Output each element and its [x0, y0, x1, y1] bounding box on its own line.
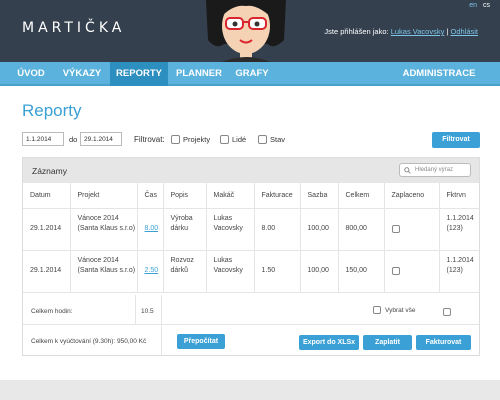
col-cas[interactable]: Čas	[137, 183, 164, 209]
nav-item-reporty[interactable]: REPORTY	[110, 62, 168, 86]
cell-cas-link[interactable]: 8.00	[137, 208, 164, 251]
search-placeholder: Hledaný výraz	[415, 167, 454, 173]
lang-cs[interactable]: cs	[483, 2, 490, 9]
page-title: Reporty	[22, 101, 82, 120]
total-hours-row: Celkem hodin: 10.5 Vybrat vše	[23, 295, 479, 325]
invoice-button[interactable]: Fakturovat	[416, 335, 471, 350]
search-icon	[404, 167, 411, 174]
filter-label: Filtrovat:	[134, 135, 165, 144]
col-fktrvn[interactable]: Fktrvn	[439, 183, 479, 209]
cell-fktrvn: 1.1.2014 (123)	[439, 250, 479, 293]
nav-item-grafy[interactable]: GRAFY	[230, 62, 274, 86]
col-projekt[interactable]: Projekt	[70, 183, 138, 209]
login-separator: |	[446, 27, 449, 36]
pay-button[interactable]: Zaplatit	[363, 335, 412, 350]
filter-button[interactable]: Filtrovat	[432, 132, 480, 148]
date-to-input[interactable]: 29.1.2014	[80, 132, 122, 146]
cell-fakturace: 1.50	[254, 250, 301, 293]
divider	[161, 326, 162, 356]
cell-popis: Výroba dárku	[163, 208, 207, 251]
select-all-label: Vybrat vše	[385, 307, 416, 314]
records-panel: Záznamy Hledaný výraz Datum Projekt Čas …	[22, 157, 480, 356]
page-footer	[0, 380, 500, 400]
billing-total: Celkem k vyúčtování (9.30h): 950,00 Kč	[31, 338, 147, 345]
user-link[interactable]: Lukas Vacovsky	[391, 27, 445, 36]
cell-sazba: 100,00	[300, 250, 339, 293]
total-hours-value: 10.5	[141, 308, 154, 315]
records-header: Záznamy Hledaný výraz	[23, 158, 479, 183]
cell-projekt: Vánoce 2014 (Santa Klaus s.r.o)	[70, 250, 138, 293]
total-hours-label: Celkem hodin:	[31, 308, 73, 315]
filter-projects-checkbox[interactable]	[171, 135, 180, 144]
cell-datum: 29.1.2014	[23, 208, 71, 251]
nav-item-uvod[interactable]: ÚVOD	[10, 62, 52, 86]
billing-row: Celkem k vyúčtování (9.30h): 950,00 Kč P…	[23, 326, 479, 356]
cell-zaplaceno	[384, 208, 440, 251]
col-fakturace[interactable]: Fakturace	[254, 183, 301, 209]
export-xlsx-button[interactable]: Export do XLSx	[299, 335, 359, 350]
filter-status-label: Stav	[270, 135, 286, 144]
nav-item-planner[interactable]: PLANNER	[172, 62, 226, 86]
cell-zaplaceno	[384, 250, 440, 293]
date-to-label: do	[69, 135, 78, 144]
filter-bar: 1.1.2014 do 29.1.2014 Filtrovat: Projekt…	[22, 132, 480, 150]
main-nav: ÚVOD VÝKAZY REPORTY PLANNER GRAFY ADMINI…	[0, 62, 500, 86]
recalculate-button[interactable]: Přepočítat	[177, 334, 225, 349]
cell-popis: Rozvoz dárků	[163, 250, 207, 293]
cell-sazba: 100,00	[300, 208, 339, 251]
col-zaplaceno[interactable]: Zaplaceno	[384, 183, 440, 209]
filter-people-checkbox[interactable]	[220, 135, 229, 144]
paid-checkbox[interactable]	[391, 224, 400, 233]
date-from-input[interactable]: 1.1.2014	[22, 132, 64, 146]
cell-makac: Lukas Vacovsky	[206, 250, 255, 293]
paid-checkbox[interactable]	[391, 266, 400, 275]
records-table: Datum Projekt Čas Popis Makáč Fakturace …	[23, 183, 479, 293]
col-makac[interactable]: Makáč	[206, 183, 255, 209]
lang-en[interactable]: en	[469, 2, 477, 9]
login-prefix: Jste přihlášen jako:	[324, 27, 389, 36]
select-all-checkbox[interactable]	[373, 306, 381, 314]
cell-makac: Lukas Vacovsky	[206, 208, 255, 251]
logo[interactable]: MARTIČKA	[22, 20, 125, 36]
search-input[interactable]: Hledaný výraz	[399, 163, 471, 177]
cell-cas-link[interactable]: 2.50	[137, 250, 164, 293]
language-switch: en cs	[465, 2, 490, 9]
login-info: Jste přihlášen jako: Lukas Vacovsky | Od…	[324, 27, 478, 36]
logout-link[interactable]: Odhlásit	[450, 27, 478, 36]
divider	[161, 295, 162, 325]
table-row: 29.1.2014 Vánoce 2014 (Santa Klaus s.r.o…	[23, 208, 479, 251]
filter-status-checkbox[interactable]	[258, 135, 267, 144]
select-all-paid-checkbox[interactable]	[443, 308, 451, 316]
cell-fktrvn: 1.1.2014 (123)	[439, 208, 479, 251]
table-header-row: Datum Projekt Čas Popis Makáč Fakturace …	[23, 183, 479, 209]
cell-projekt: Vánoce 2014 (Santa Klaus s.r.o)	[70, 208, 138, 251]
nav-item-administrace[interactable]: ADMINISTRACE	[398, 62, 480, 86]
filter-projects-label: Projekty	[183, 135, 211, 144]
cell-fakturace: 8.00	[254, 208, 301, 251]
cell-datum: 29.1.2014	[23, 250, 71, 293]
col-celkem[interactable]: Celkem	[338, 183, 385, 209]
col-datum[interactable]: Datum	[23, 183, 71, 209]
table-row: 29.1.2014 Vánoce 2014 (Santa Klaus s.r.o…	[23, 250, 479, 293]
mascot-illustration	[206, 0, 286, 62]
nav-item-vykazy[interactable]: VÝKAZY	[56, 62, 108, 86]
header: MARTIČKA en cs Jste přihlášen jako: Luka…	[0, 0, 500, 62]
records-title: Záznamy	[32, 166, 67, 176]
cell-celkem: 150,00	[338, 250, 385, 293]
cell-celkem: 800,00	[338, 208, 385, 251]
filter-people-label: Lidé	[232, 135, 247, 144]
col-sazba[interactable]: Sazba	[300, 183, 339, 209]
divider	[135, 295, 136, 325]
col-popis[interactable]: Popis	[163, 183, 207, 209]
